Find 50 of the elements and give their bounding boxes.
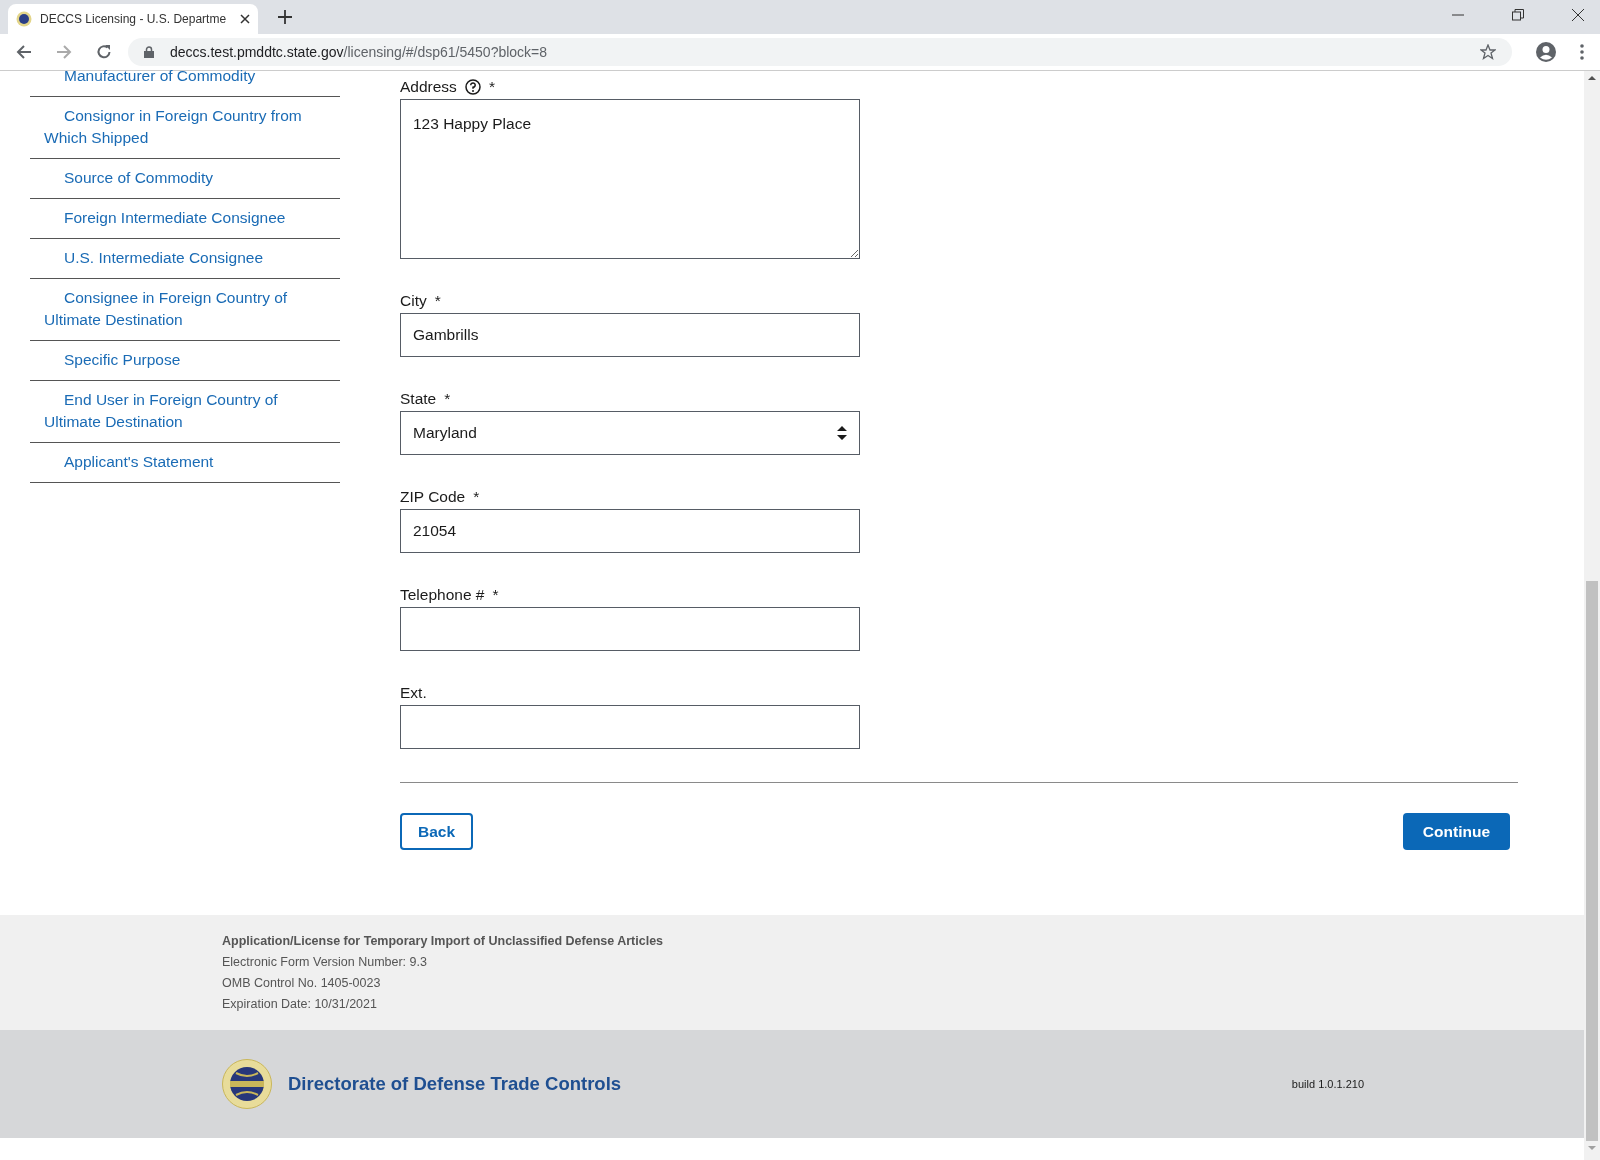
field-label: Telephone #	[400, 585, 485, 605]
browser-tab[interactable]: DECCS Licensing - U.S. Departme	[8, 4, 258, 34]
sidebar-link[interactable]: U.S. Intermediate Consignee	[30, 239, 340, 279]
lock-icon	[144, 46, 154, 58]
required-asterisk: *	[492, 585, 499, 605]
brand-name: Directorate of Defense Trade Controls	[288, 1072, 622, 1097]
field-label: Ext.	[400, 683, 427, 703]
required-asterisk: *	[434, 291, 441, 311]
sidebar-link[interactable]: Applicant's Statement	[30, 443, 340, 483]
input-field[interactable]	[400, 607, 860, 651]
footer-text: Electronic Form Version Number: 9.3	[222, 954, 428, 971]
profile-icon[interactable]	[1536, 42, 1556, 62]
plus-icon[interactable]	[278, 10, 292, 24]
required-asterisk: *	[473, 487, 480, 507]
menu-icon[interactable]	[1580, 44, 1584, 60]
restore-icon[interactable]	[1512, 9, 1524, 21]
seal-logo	[222, 1059, 272, 1109]
reload-icon[interactable]	[96, 44, 112, 60]
required-asterisk: *	[488, 77, 495, 97]
field-label: City	[400, 291, 427, 311]
tab-title: DECCS Licensing - U.S. Departme	[40, 11, 228, 28]
build-number: build 1.0.1.210	[1291, 1076, 1364, 1092]
required-asterisk: *	[444, 389, 451, 409]
field-label: ZIP Code	[400, 487, 466, 507]
input-field[interactable]: Gambrills	[400, 313, 860, 357]
sidebar-link[interactable]: Consignee in Foreign Country of Ultimate Destination	[30, 279, 340, 341]
footer-text: Expiration Date: 10/31/2021	[222, 996, 378, 1013]
close-icon[interactable]	[1572, 9, 1584, 21]
back-arrow-icon[interactable]	[16, 44, 32, 60]
scrollbar[interactable]	[1584, 71, 1600, 1160]
address-field[interactable]: 123 Happy Place	[400, 99, 860, 259]
sidebar-link[interactable]: Foreign Intermediate Consignee	[30, 199, 340, 239]
back-button[interactable]: Back	[400, 813, 474, 851]
continue-button[interactable]: Continue	[1402, 813, 1510, 851]
field-label: State	[400, 389, 437, 409]
address-bar[interactable]: deccs.test.pmddtc.state.gov/licensing/#/dsp61/5450?block=8	[128, 38, 1512, 66]
sidebar-link[interactable]: Source of Commodity	[30, 159, 340, 199]
input-field[interactable]: 21054	[400, 509, 860, 553]
sidebar-link[interactable]: End User in Foreign Country of Ultimate Destination	[30, 381, 340, 443]
state-select[interactable]: Maryland	[400, 411, 860, 455]
footer-text: OMB Control No. 1405-0023	[222, 975, 382, 992]
field-label: Address	[400, 77, 457, 97]
sidebar-link[interactable]: Consignor in Foreign Country from Which Shipped	[30, 97, 340, 159]
input-field[interactable]	[400, 705, 860, 749]
sort-caret-icon	[837, 426, 847, 440]
seal-icon	[16, 11, 32, 27]
star-icon[interactable]	[1480, 44, 1496, 60]
sidebar-link[interactable]: Specific Purpose	[30, 341, 340, 381]
footer-title: Application/License for Temporary Import of Unclassified Defense Articles	[222, 933, 665, 950]
close-icon[interactable]	[240, 14, 250, 24]
